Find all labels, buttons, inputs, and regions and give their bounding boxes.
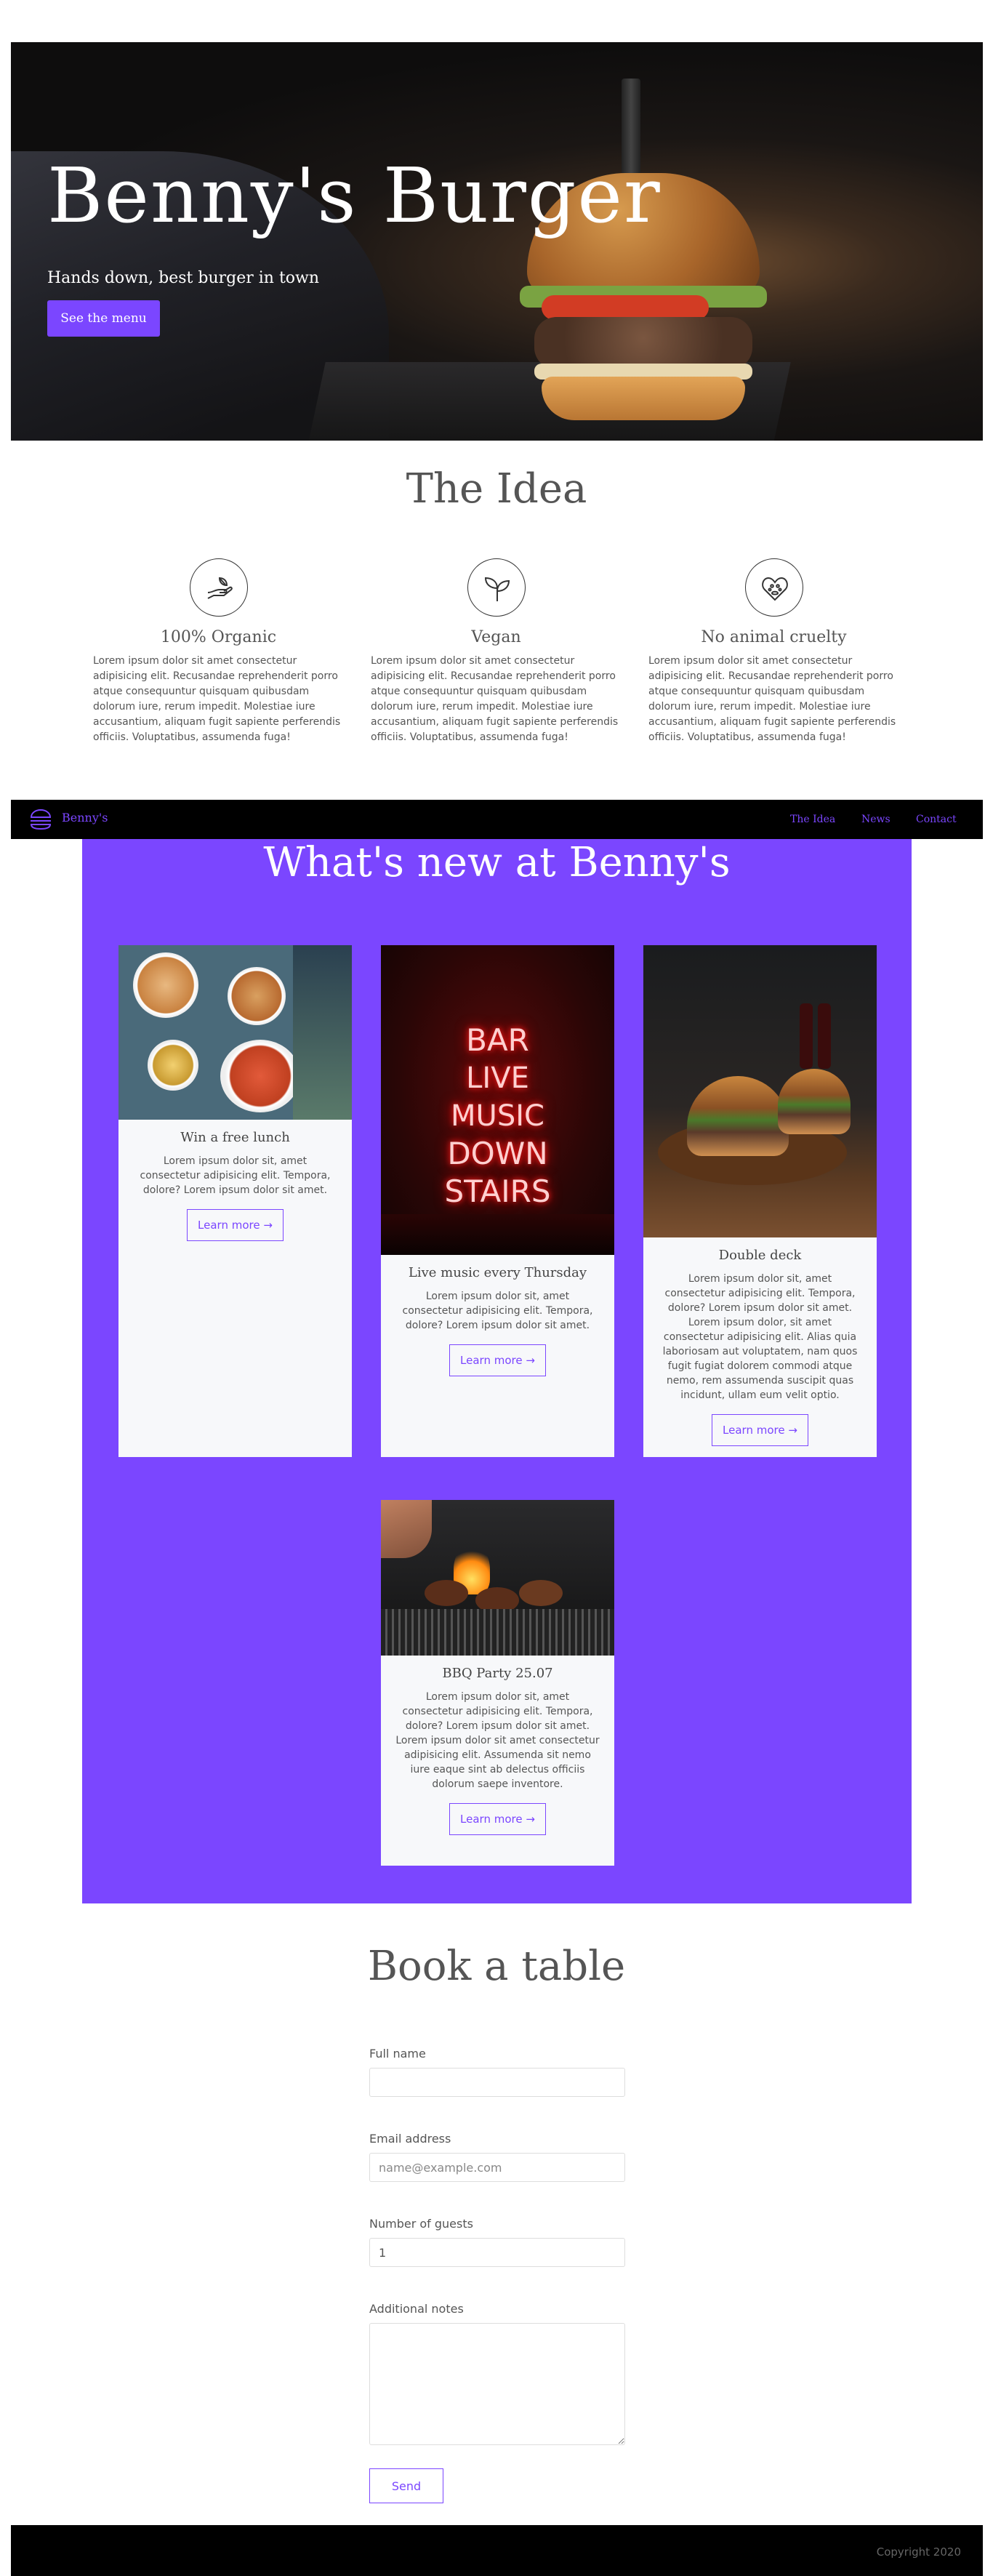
burger-logo-icon[interactable] xyxy=(29,808,52,830)
idea-item-title: 100% Organic xyxy=(160,628,277,646)
nav-link-idea[interactable]: The Idea xyxy=(790,814,835,825)
news-section: What's new at Benny's Win a free lunch L… xyxy=(82,839,912,1903)
idea-item-vegan: Vegan Lorem ipsum dolor sit amet consect… xyxy=(371,558,622,745)
learn-more-button[interactable]: Learn more → xyxy=(449,1803,546,1835)
card-text: Lorem ipsum dolor sit, amet consectetur … xyxy=(395,1691,600,1790)
footer: Copyright 2020 xyxy=(11,2525,983,2576)
idea-item-text: Lorem ipsum dolor sit amet consectetur a… xyxy=(648,655,896,743)
see-menu-button[interactable]: See the menu xyxy=(47,300,160,337)
idea-item-title: Vegan xyxy=(471,628,521,646)
idea-item-text: Lorem ipsum dolor sit amet consectetur a… xyxy=(371,655,619,743)
sprout-icon xyxy=(467,558,526,617)
email-label: Email address xyxy=(369,2132,451,2146)
idea-title: The Idea xyxy=(406,465,587,513)
heart-paw-icon xyxy=(744,558,803,617)
hero-section: Benny's Burger Hands down, best burger i… xyxy=(11,42,983,441)
news-card: BBQ Party 25.07 Lorem ipsum dolor sit, a… xyxy=(381,1500,614,1866)
full-name-label: Full name xyxy=(369,2047,426,2061)
send-button[interactable]: Send xyxy=(369,2468,443,2503)
nav-link-contact[interactable]: Contact xyxy=(916,814,957,825)
card-image-bbq-grill xyxy=(381,1500,614,1656)
learn-more-button[interactable]: Learn more → xyxy=(449,1344,546,1376)
card-text: Lorem ipsum dolor sit, amet consectetur … xyxy=(140,1155,331,1196)
notes-textarea[interactable] xyxy=(369,2323,625,2445)
neon-text: BAR xyxy=(466,1022,529,1058)
card-image-lunch xyxy=(118,945,352,1120)
notes-label: Additional notes xyxy=(369,2302,464,2316)
card-title: Win a free lunch xyxy=(180,1130,290,1145)
learn-more-button[interactable]: Learn more → xyxy=(187,1209,284,1241)
neon-text: DOWN xyxy=(447,1136,548,1171)
copyright-text: Copyright 2020 xyxy=(876,2545,961,2559)
guests-stepper[interactable] xyxy=(369,2238,625,2267)
full-name-field[interactable] xyxy=(369,2068,625,2097)
news-card: Double deck Lorem ipsum dolor sit, amet … xyxy=(643,945,877,1457)
booking-title: Book a table xyxy=(367,1943,626,1990)
card-title: Live music every Thursday xyxy=(408,1265,587,1280)
email-field[interactable] xyxy=(369,2153,625,2182)
neon-text: STAIRS xyxy=(444,1173,551,1209)
guests-label: Number of guests xyxy=(369,2217,473,2231)
news-card: Win a free lunch Lorem ipsum dolor sit, … xyxy=(118,945,352,1457)
organic-hand-icon xyxy=(189,558,248,617)
card-title: BBQ Party 25.07 xyxy=(442,1666,553,1681)
hero-subtitle: Hands down, best burger in town xyxy=(47,269,320,287)
news-card: BAR LIVE MUSIC DOWN STAIRS Live music ev… xyxy=(381,945,614,1457)
hero-title: Benny's Burger xyxy=(47,151,662,240)
card-text: Lorem ipsum dolor sit, amet consectetur … xyxy=(662,1273,858,1401)
nav-brand[interactable]: Benny's xyxy=(62,811,108,824)
card-title: Double deck xyxy=(718,1248,802,1263)
navbar: Benny's The Idea News Contact xyxy=(11,800,983,839)
neon-text: LIVE MUSIC xyxy=(451,1062,544,1133)
idea-item-title: No animal cruelty xyxy=(701,628,847,646)
booking-form: Full name Email address Number of guests… xyxy=(369,2047,625,2503)
news-title: What's new at Benny's xyxy=(263,839,731,886)
learn-more-button[interactable]: Learn more → xyxy=(712,1414,808,1446)
idea-item-organic: 100% Organic Lorem ipsum dolor sit amet … xyxy=(93,558,344,745)
card-text: Lorem ipsum dolor sit, amet consectetur … xyxy=(402,1291,593,1331)
idea-item-text: Lorem ipsum dolor sit amet consectetur a… xyxy=(93,655,341,743)
idea-item-cruelty-free: No animal cruelty Lorem ipsum dolor sit … xyxy=(648,558,899,745)
card-image-double-burger xyxy=(643,945,877,1237)
card-image-neon-sign: BAR LIVE MUSIC DOWN STAIRS xyxy=(381,945,614,1255)
nav-link-news[interactable]: News xyxy=(861,814,891,825)
